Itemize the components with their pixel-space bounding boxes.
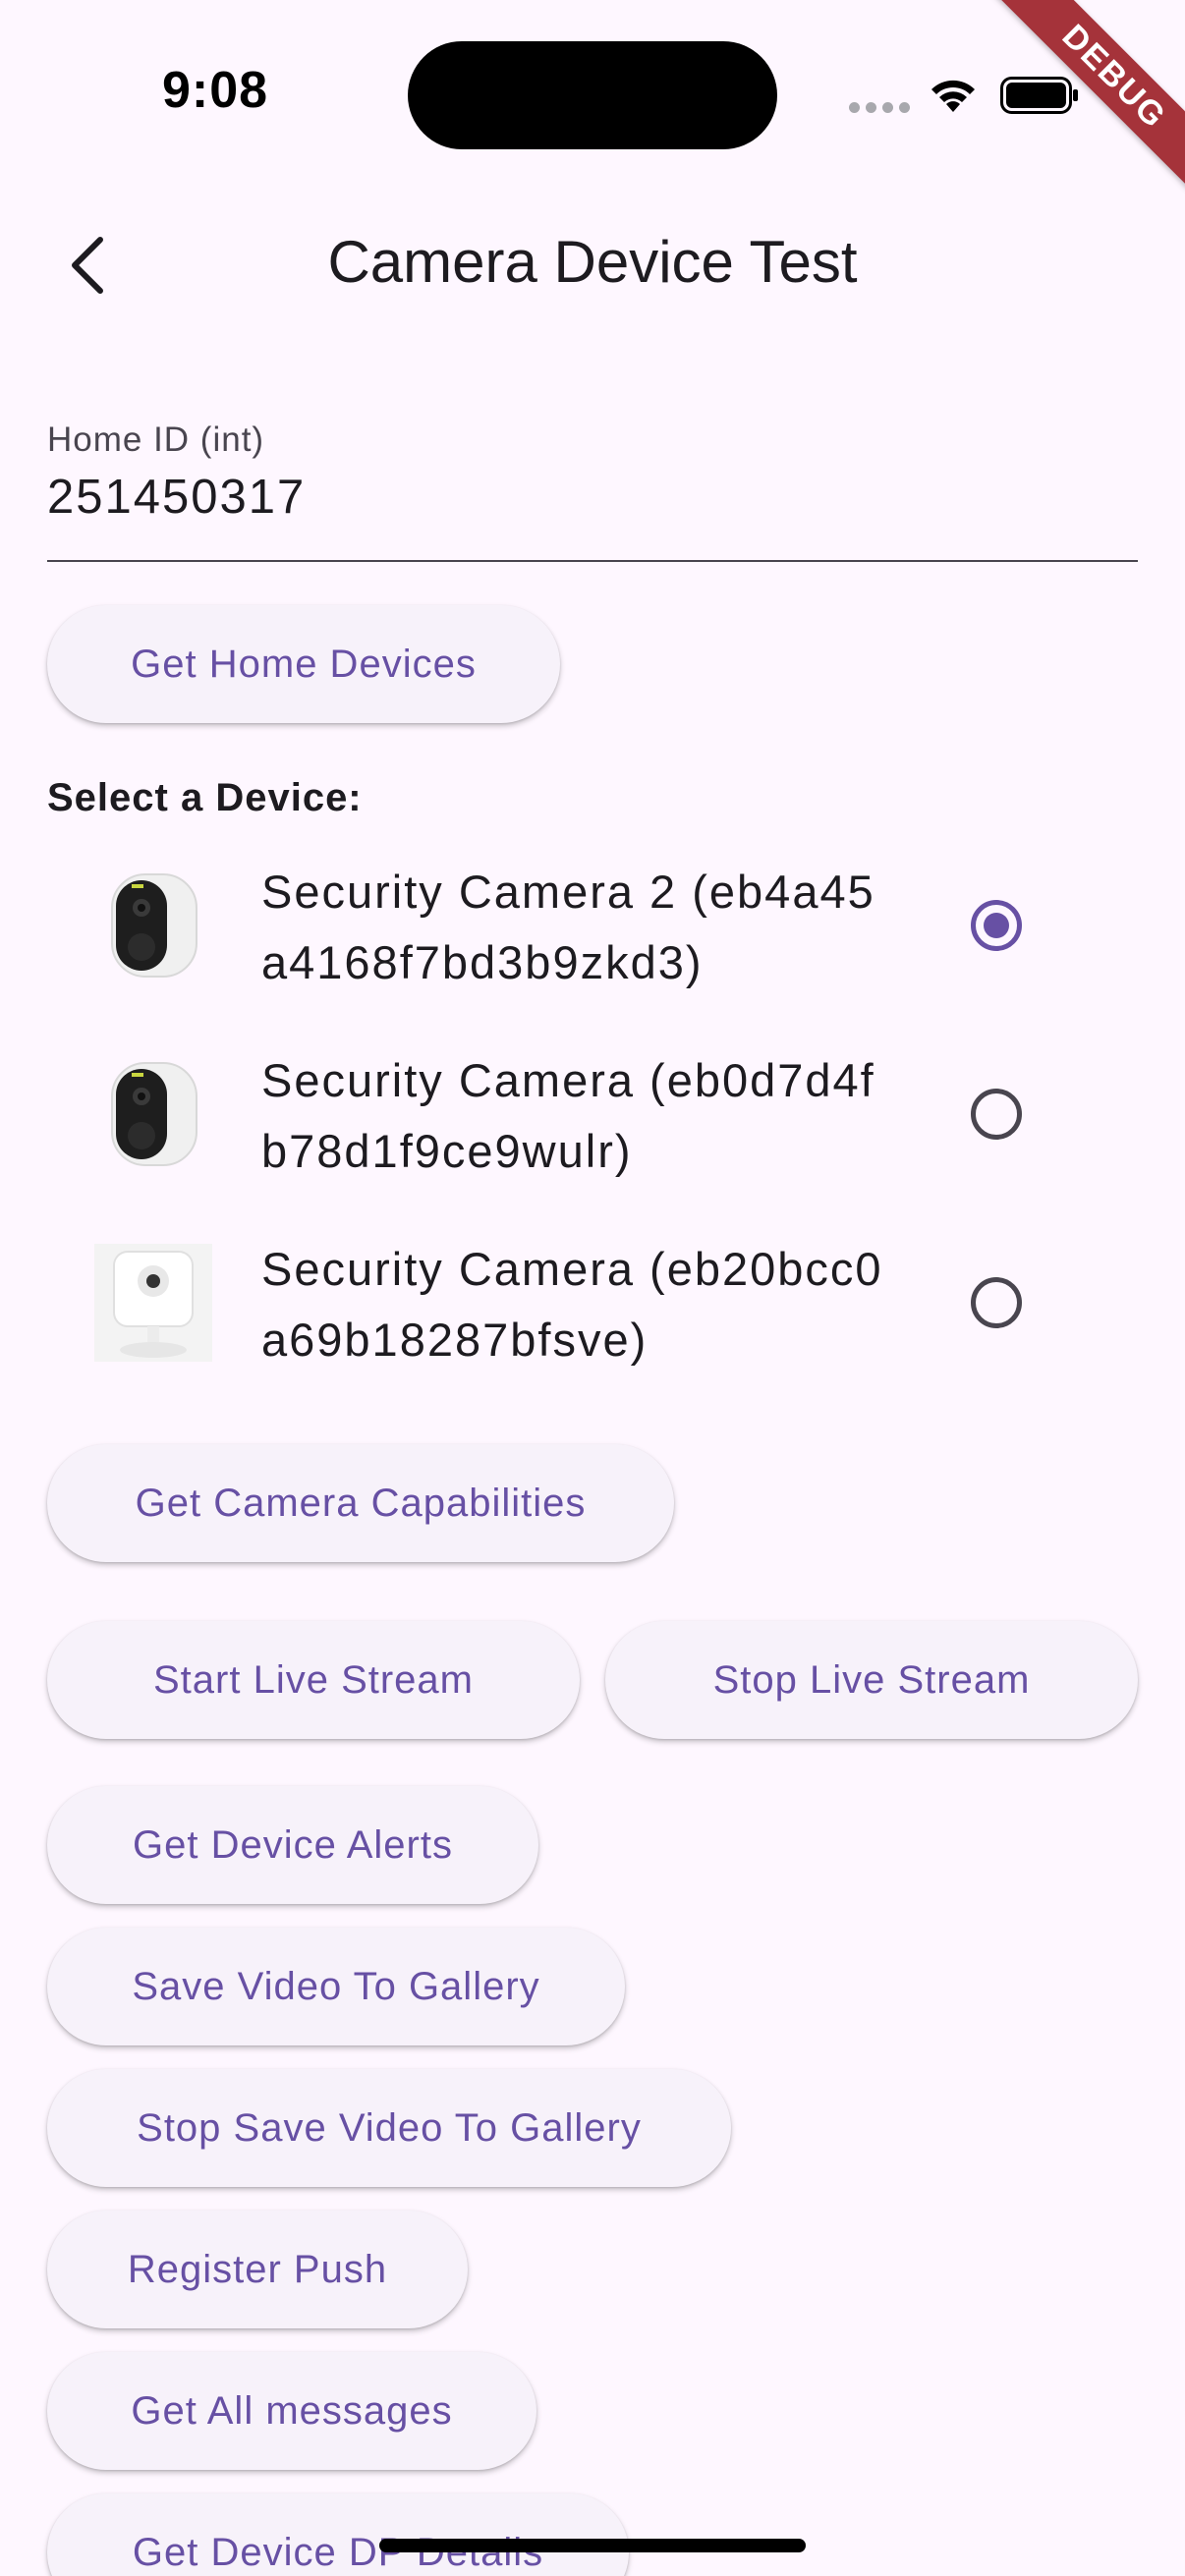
home-id-field[interactable]: Home ID (int) bbox=[47, 413, 1138, 562]
register-push-button[interactable]: Register Push bbox=[47, 2211, 468, 2328]
camera-thumbnail bbox=[111, 1062, 198, 1166]
device-name: Security Camera (eb0d7d4fb78d1f9ce9wulr) bbox=[261, 1054, 875, 1177]
save-video-to-gallery-button[interactable]: Save Video To Gallery bbox=[47, 1928, 625, 2045]
wifi-icon bbox=[931, 80, 975, 112]
device-name: Security Camera 2 (eb4a45a4168f7bd3b9zkd… bbox=[261, 866, 875, 988]
get-home-devices-button[interactable]: Get Home Devices bbox=[47, 605, 560, 723]
home-id-label: Home ID (int) bbox=[47, 420, 265, 459]
stop-save-video-to-gallery-button[interactable]: Stop Save Video To Gallery bbox=[47, 2069, 731, 2187]
page-title: Camera Device Test bbox=[327, 229, 858, 295]
device-list-item[interactable]: Security Camera (eb0d7d4fb78d1f9ce9wulr) bbox=[47, 1020, 1138, 1208]
camera-thumbnail bbox=[94, 1244, 212, 1362]
stop-live-stream-button[interactable]: Stop Live Stream bbox=[605, 1621, 1138, 1739]
dynamic-island bbox=[408, 41, 777, 149]
start-live-stream-button[interactable]: Start Live Stream bbox=[47, 1621, 580, 1739]
select-device-label: Select a Device: bbox=[47, 776, 363, 819]
home-indicator[interactable] bbox=[379, 2539, 806, 2552]
home-id-input[interactable] bbox=[47, 470, 1128, 525]
get-camera-capabilities-button[interactable]: Get Camera Capabilities bbox=[47, 1444, 674, 1562]
status-time: 9:08 bbox=[162, 62, 269, 119]
get-all-messages-button[interactable]: Get All messages bbox=[47, 2352, 536, 2470]
get-device-alerts-button[interactable]: Get Device Alerts bbox=[47, 1786, 538, 1904]
device-radio-selected[interactable] bbox=[971, 900, 1022, 951]
device-list-item[interactable]: Security Camera 2 (eb4a45a4168f7bd3b9zkd… bbox=[47, 831, 1138, 1020]
device-radio[interactable] bbox=[971, 1277, 1022, 1328]
battery-icon bbox=[1000, 77, 1078, 114]
get-device-dp-details-button[interactable]: Get Device DP Details bbox=[47, 2493, 629, 2576]
device-radio[interactable] bbox=[971, 1089, 1022, 1140]
device-name: Security Camera (eb20bcc0a69b18287bfsve) bbox=[261, 1243, 883, 1366]
camera-thumbnail bbox=[111, 873, 198, 978]
screen: 9:08 DEBUG Camera Device Test Home ID (i… bbox=[0, 0, 1185, 2576]
signal-icon bbox=[849, 102, 910, 113]
device-list-item[interactable]: Security Camera (eb20bcc0a69b18287bfsve) bbox=[47, 1208, 1138, 1397]
